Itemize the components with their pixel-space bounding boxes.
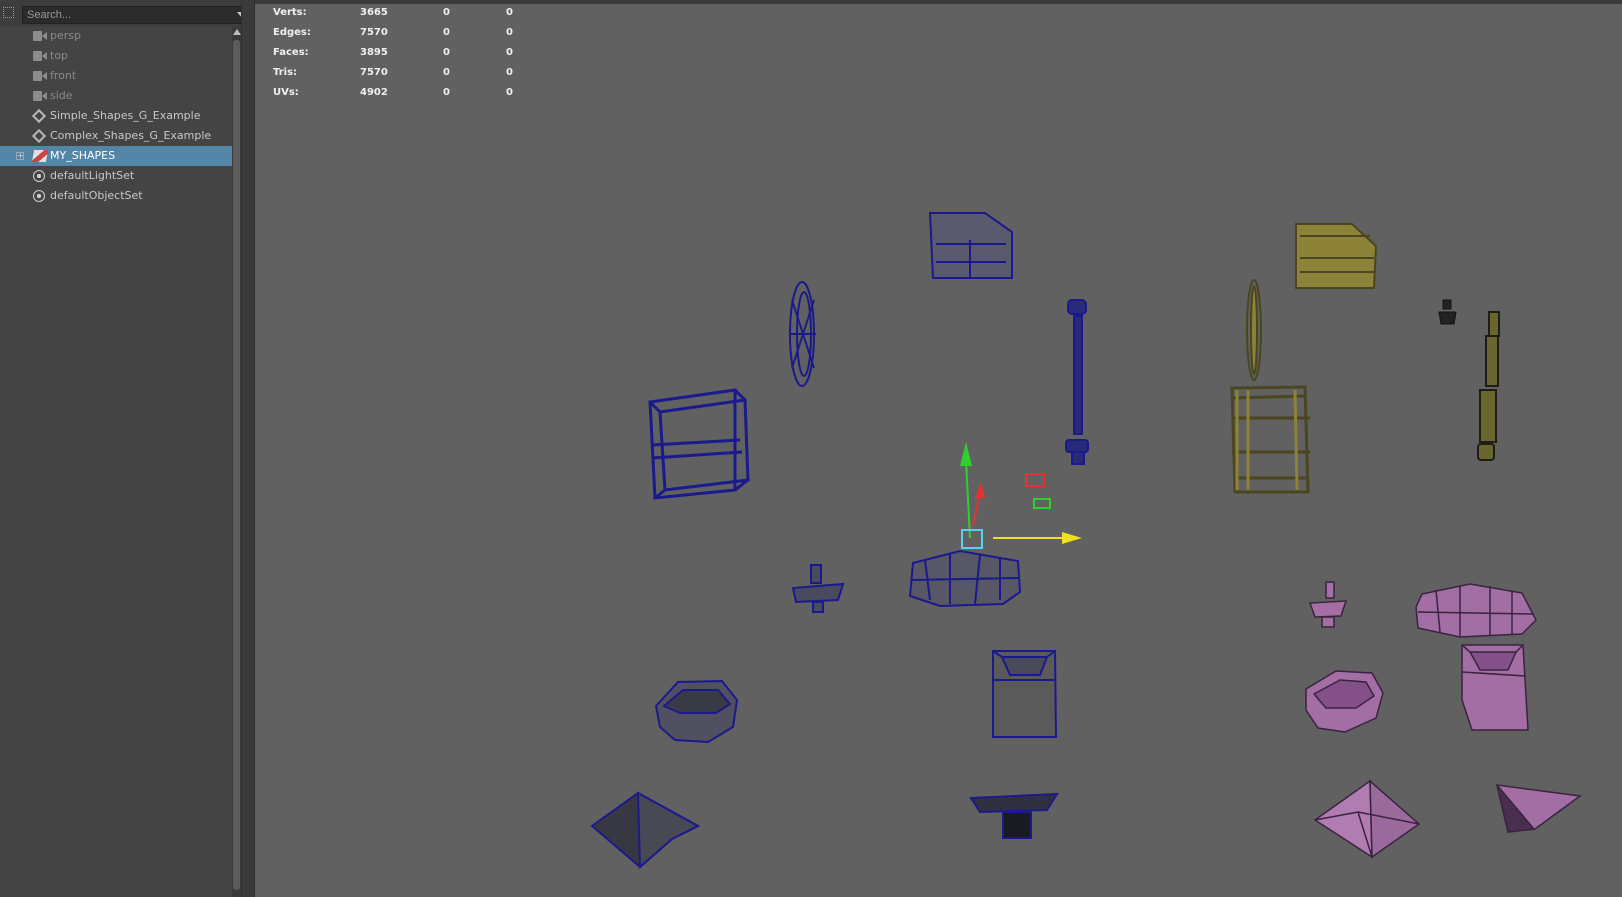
wire-box[interactable] — [992, 650, 1058, 738]
pink-pedestal[interactable] — [1496, 784, 1582, 833]
outliner-item-label: Complex_Shapes_G_Example — [50, 129, 212, 142]
olive-chair-frame[interactable] — [1230, 385, 1310, 494]
move-manipulator[interactable] — [960, 442, 1082, 549]
outliner-item-default-light-set[interactable]: defaultLightSet — [0, 166, 241, 186]
camera-icon — [33, 51, 47, 61]
wire-door[interactable] — [928, 212, 1013, 279]
shape-set-icon — [31, 150, 49, 162]
wire-pyramid[interactable] — [590, 791, 701, 870]
olive-column[interactable] — [1477, 311, 1500, 461]
wire-bowl[interactable] — [654, 679, 739, 744]
pink-finial[interactable] — [1308, 581, 1348, 628]
outliner-search-bar — [0, 0, 250, 26]
camera-icon — [33, 71, 47, 81]
set-icon — [31, 128, 47, 144]
scene-objects[interactable] — [255, 0, 1622, 897]
outliner-item-label: side — [50, 89, 73, 102]
outliner-item-label: defaultLightSet — [50, 169, 135, 182]
filter-icon[interactable] — [3, 7, 14, 18]
light-set-icon — [33, 170, 45, 182]
pink-pyramid[interactable] — [1313, 779, 1421, 859]
camera-icon — [33, 91, 47, 101]
pink-pillow[interactable] — [1415, 583, 1537, 638]
maya-window: persp top front side Simple_Shapes_G_Exa… — [0, 0, 1622, 897]
outliner-item-complex-shapes[interactable]: Complex_Shapes_G_Example — [0, 126, 241, 146]
3d-viewport[interactable]: Verts: 3665 0 0 Edges: 7570 0 0 Faces: 3… — [255, 0, 1622, 897]
scroll-up-icon[interactable] — [233, 29, 241, 35]
outliner-item-front[interactable]: front — [0, 66, 241, 86]
panel-splitter[interactable] — [241, 0, 255, 897]
outliner-item-label: front — [50, 69, 77, 82]
search-input[interactable] — [22, 6, 250, 24]
olive-wheel[interactable] — [1246, 279, 1262, 381]
outliner-item-my-shapes[interactable]: + MY_SHAPES — [0, 146, 240, 166]
pink-bowl[interactable] — [1305, 670, 1384, 733]
outliner-item-side[interactable]: side — [0, 86, 241, 106]
camera-icon — [33, 31, 47, 41]
wire-cube-frame[interactable] — [648, 388, 750, 500]
dark-small-finial[interactable] — [1438, 299, 1457, 325]
wire-pillow[interactable] — [908, 549, 1022, 608]
outliner-item-label: top — [50, 49, 69, 62]
wire-finial[interactable] — [791, 564, 845, 613]
outliner-item-persp[interactable]: persp — [0, 26, 241, 46]
wire-pedestal[interactable] — [969, 792, 1059, 839]
wire-wheel[interactable] — [789, 281, 816, 387]
outliner-item-label: defaultObjectSet — [50, 189, 143, 202]
outliner-item-label: Simple_Shapes_G_Example — [50, 109, 201, 122]
scrollbar-thumb[interactable] — [233, 40, 240, 890]
outliner-list: persp top front side Simple_Shapes_G_Exa… — [0, 26, 241, 206]
olive-door[interactable] — [1295, 223, 1378, 289]
outliner-item-simple-shapes[interactable]: Simple_Shapes_G_Example — [0, 106, 241, 126]
set-icon — [31, 108, 47, 124]
expand-icon[interactable]: + — [16, 152, 24, 160]
outliner-item-label: MY_SHAPES — [50, 149, 116, 162]
outliner-item-default-object-set[interactable]: defaultObjectSet — [0, 186, 241, 206]
object-set-icon — [33, 190, 45, 202]
outliner-item-label: persp — [50, 29, 81, 42]
outliner-item-top[interactable]: top — [0, 46, 241, 66]
outliner-scrollbar[interactable] — [232, 26, 241, 897]
pink-box[interactable] — [1461, 644, 1529, 731]
wire-column[interactable] — [1065, 299, 1089, 465]
outliner-panel: persp top front side Simple_Shapes_G_Exa… — [0, 0, 250, 897]
